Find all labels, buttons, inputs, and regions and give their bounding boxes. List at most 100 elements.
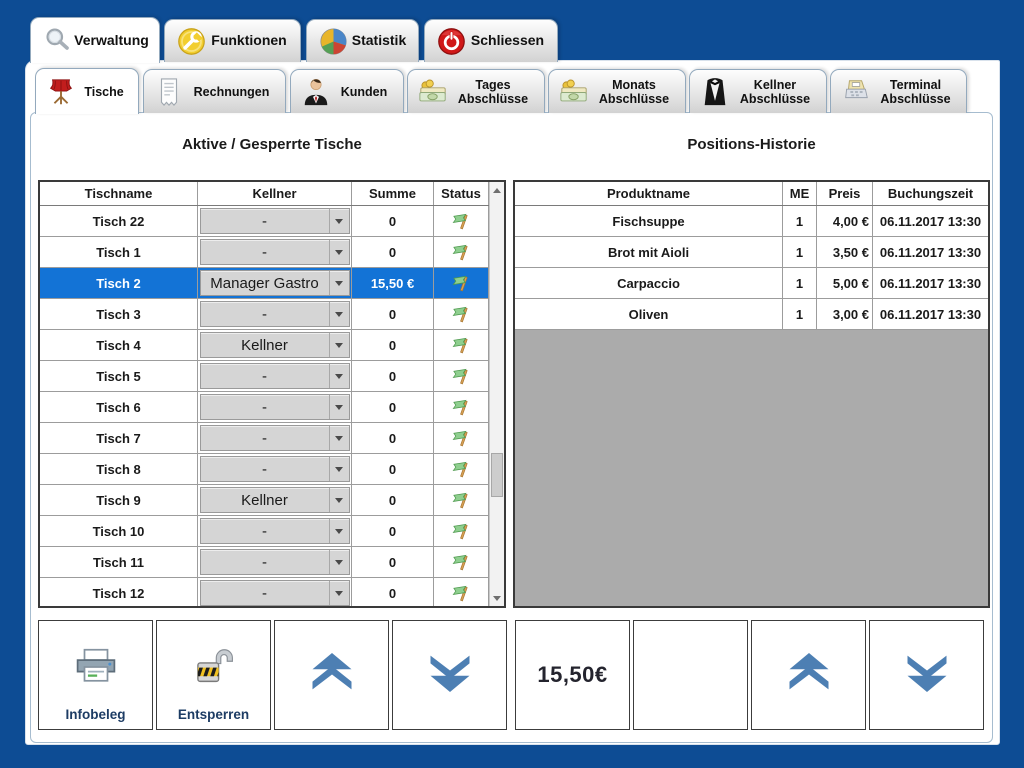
tischname-cell: Tisch 6 bbox=[40, 392, 198, 422]
tab-funktionen[interactable]: Funktionen bbox=[164, 19, 301, 62]
kellner-select[interactable]: Kellner bbox=[200, 332, 350, 358]
kellner-select-value: - bbox=[201, 457, 329, 481]
table-row[interactable]: Tisch 7-0 bbox=[40, 423, 489, 454]
total-amount-button[interactable]: 15,50€ bbox=[515, 620, 630, 730]
summe-cell: 0 bbox=[352, 361, 434, 391]
history-scroll-up-button[interactable] bbox=[751, 620, 866, 730]
chevron-down-icon[interactable] bbox=[329, 519, 349, 543]
history-row: Fischsuppe14,00 €06.11.2017 13:30 bbox=[515, 206, 988, 237]
tables-table-scrollbar[interactable] bbox=[489, 182, 504, 606]
tab-kellner-abschluesse-label: Kellner Abschlüsse bbox=[730, 78, 820, 106]
scrollbar-up-button[interactable] bbox=[490, 182, 504, 198]
kellner-select[interactable]: - bbox=[200, 456, 350, 482]
tab-kunden-label: Kunden bbox=[331, 85, 397, 99]
blank-button[interactable] bbox=[633, 620, 748, 730]
tab-terminal-abschluesse[interactable]: Terminal Abschlüsse bbox=[830, 69, 967, 113]
double-chevron-down-icon bbox=[424, 652, 476, 699]
status-flag-icon bbox=[451, 305, 472, 324]
tischname-cell: Tisch 11 bbox=[40, 547, 198, 577]
preis-cell: 4,00 € bbox=[817, 206, 873, 236]
tab-tages-abschluesse[interactable]: Tages Abschlüsse bbox=[407, 69, 545, 113]
tab-monats-abschluesse[interactable]: Monats Abschlüsse bbox=[548, 69, 686, 113]
table-row[interactable]: Tisch 22-0 bbox=[40, 206, 489, 237]
chevron-down-icon[interactable] bbox=[329, 271, 349, 295]
kellner-select[interactable]: - bbox=[200, 394, 350, 420]
caret-down-icon bbox=[335, 498, 343, 507]
tab-kellner-abschluesse[interactable]: Kellner Abschlüsse bbox=[689, 69, 827, 113]
chevron-down-icon[interactable] bbox=[329, 581, 349, 605]
kellner-select[interactable]: - bbox=[200, 208, 350, 234]
chevron-down-icon[interactable] bbox=[329, 240, 349, 264]
table-row[interactable]: Tisch 1-0 bbox=[40, 237, 489, 268]
kellner-select[interactable]: Kellner bbox=[200, 487, 350, 513]
summe-cell: 0 bbox=[352, 299, 434, 329]
table-row[interactable]: Tisch 9Kellner0 bbox=[40, 485, 489, 516]
kellner-select[interactable]: - bbox=[200, 301, 350, 327]
chevron-down-icon[interactable] bbox=[329, 488, 349, 512]
table-row[interactable]: Tisch 3-0 bbox=[40, 299, 489, 330]
table-row[interactable]: Tisch 5-0 bbox=[40, 361, 489, 392]
entsperren-button-label: Entsperren bbox=[157, 707, 270, 722]
kellner-select[interactable]: - bbox=[200, 549, 350, 575]
chevron-down-icon[interactable] bbox=[329, 302, 349, 326]
kellner-select[interactable]: - bbox=[200, 518, 350, 544]
receipt-icon bbox=[154, 77, 184, 107]
caret-down-icon bbox=[335, 591, 343, 600]
scrollbar-down-button[interactable] bbox=[490, 590, 504, 606]
buchungszeit-cell: 06.11.2017 13:30 bbox=[873, 268, 988, 298]
tables-scroll-down-button[interactable] bbox=[392, 620, 507, 730]
tischname-cell: Tisch 10 bbox=[40, 516, 198, 546]
table-row[interactable]: Tisch 10-0 bbox=[40, 516, 489, 547]
tischname-cell: Tisch 3 bbox=[40, 299, 198, 329]
table-row[interactable]: Tisch 12-0 bbox=[40, 578, 489, 606]
kellner-cell: - bbox=[198, 361, 352, 391]
kellner-select[interactable]: - bbox=[200, 239, 350, 265]
chevron-down-icon[interactable] bbox=[329, 333, 349, 357]
kellner-cell: - bbox=[198, 454, 352, 484]
scrollbar-thumb[interactable] bbox=[491, 453, 503, 497]
tab-statistik[interactable]: Statistik bbox=[306, 19, 419, 62]
caret-down-icon bbox=[335, 529, 343, 538]
table-row[interactable]: Tisch 2Manager Gastro15,50 € bbox=[40, 268, 489, 299]
tab-schliessen[interactable]: Schliessen bbox=[424, 19, 558, 62]
wrench-icon bbox=[177, 27, 206, 56]
tab-rechnungen[interactable]: Rechnungen bbox=[143, 69, 286, 113]
chevron-down-icon[interactable] bbox=[329, 457, 349, 481]
history-scroll-down-button[interactable] bbox=[869, 620, 984, 730]
table-row[interactable]: Tisch 6-0 bbox=[40, 392, 489, 423]
column-header-tischname: Tischname bbox=[40, 182, 198, 205]
tab-kunden[interactable]: Kunden bbox=[290, 69, 404, 113]
kellner-select[interactable]: Manager Gastro bbox=[200, 270, 350, 296]
tischname-cell: Tisch 1 bbox=[40, 237, 198, 267]
kellner-select[interactable]: - bbox=[200, 363, 350, 389]
table-row[interactable]: Tisch 4Kellner0 bbox=[40, 330, 489, 361]
infobeleg-button[interactable]: Infobeleg bbox=[38, 620, 153, 730]
double-chevron-up-icon bbox=[783, 652, 835, 699]
kellner-select[interactable]: - bbox=[200, 580, 350, 606]
column-header-preis: Preis bbox=[817, 182, 873, 205]
summe-cell: 0 bbox=[352, 423, 434, 453]
tables-table-header: TischnameKellnerSummeStatus bbox=[40, 182, 489, 206]
chevron-down-icon[interactable] bbox=[329, 550, 349, 574]
tab-rechnungen-label: Rechnungen bbox=[184, 85, 279, 99]
chevron-down-icon[interactable] bbox=[329, 395, 349, 419]
chevron-down-icon[interactable] bbox=[329, 209, 349, 233]
history-table-header: ProduktnameMEPreisBuchungszeit bbox=[515, 182, 988, 206]
produktname-cell: Fischsuppe bbox=[515, 206, 783, 236]
column-header-me: ME bbox=[783, 182, 817, 205]
tab-tische-label: Tische bbox=[76, 85, 132, 99]
table-row[interactable]: Tisch 8-0 bbox=[40, 454, 489, 485]
kellner-select-value: - bbox=[201, 240, 329, 264]
tables-scroll-up-button[interactable] bbox=[274, 620, 389, 730]
tab-tische[interactable]: Tische bbox=[35, 68, 139, 114]
chevron-down-icon[interactable] bbox=[329, 426, 349, 450]
entsperren-button[interactable]: Entsperren bbox=[156, 620, 271, 730]
kellner-select[interactable]: - bbox=[200, 425, 350, 451]
me-cell: 1 bbox=[783, 299, 817, 329]
tab-verwaltung[interactable]: Verwaltung bbox=[30, 17, 160, 63]
tab-monats-abschluesse-label: Monats Abschlüsse bbox=[589, 78, 679, 106]
kellner-select-value: - bbox=[201, 581, 329, 605]
summe-cell: 0 bbox=[352, 237, 434, 267]
chevron-down-icon[interactable] bbox=[329, 364, 349, 388]
table-row[interactable]: Tisch 11-0 bbox=[40, 547, 489, 578]
